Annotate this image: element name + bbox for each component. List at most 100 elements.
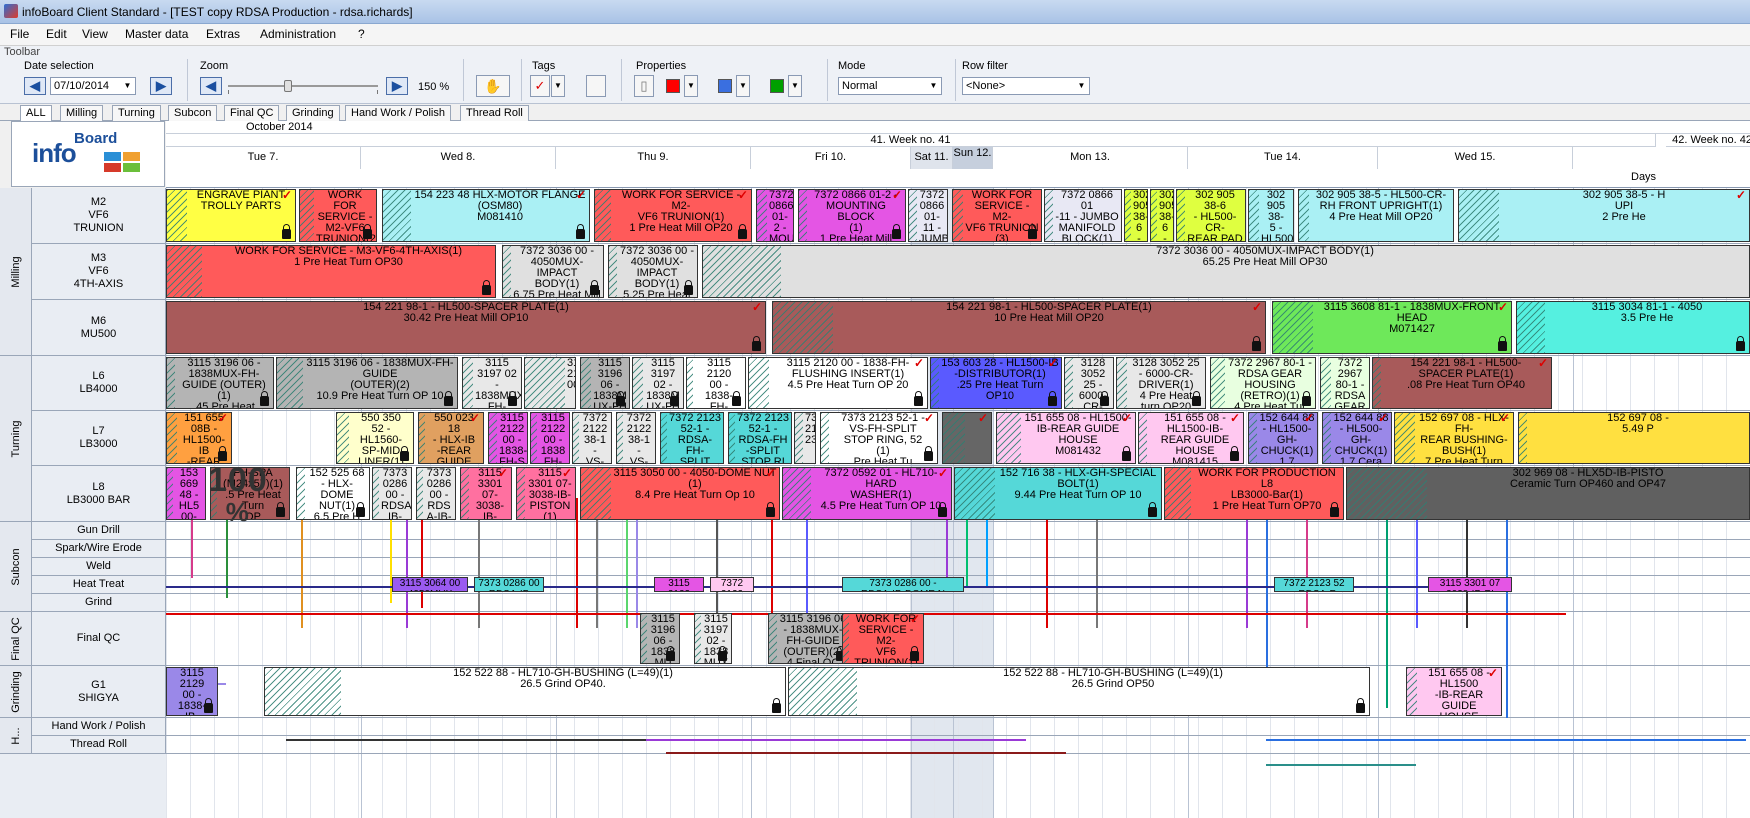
menu-extras[interactable]: Extras	[204, 27, 242, 41]
menu-edit[interactable]: Edit	[44, 27, 69, 41]
chevron-down-icon[interactable]: ▼	[788, 75, 802, 97]
job-bar[interactable]: 7373 2123 52-1 - VS-FH-SPLIT STOP RING, …	[820, 412, 938, 464]
job-bar[interactable]: 154 221 98-1 - HL500-SPACER PLATE(1) 10 …	[772, 301, 1266, 354]
green-color-swatch[interactable]	[770, 79, 784, 93]
job-bar[interactable]: 3115 3196 06 - 1838 MU	[640, 613, 680, 664]
row-filter-select[interactable]: <None> ▼	[962, 77, 1090, 95]
row-label-l7[interactable]: L7 LB3000	[32, 411, 166, 466]
job-bar[interactable]: 7372 0592 01 - HL710-HARD WASHER(1) 4.5 …	[782, 467, 952, 520]
job-bar[interactable]: 152 697 08 - 5.49 P	[1518, 412, 1750, 464]
job-bar[interactable]: 7372 0866 01 -11 - JUMBO MANIFOLD BLOCK(…	[1044, 189, 1122, 242]
job-bar[interactable]: WORK FOR SERVICE - M3-VF6-4TH-AXIS(1) 1 …	[166, 245, 496, 298]
row-label-m3[interactable]: M3 VF6 4TH-AXIS	[32, 244, 166, 300]
row-label-g1[interactable]: G1 SHIGYA	[32, 666, 166, 718]
job-bar[interactable]: 3128 3052 25 - 6000-CR- DRIVER (1)	[1064, 357, 1114, 409]
job-bar[interactable]: 73 21 23	[794, 412, 816, 464]
job-bar[interactable]: ✓	[942, 412, 992, 464]
row-label-final-qc[interactable]: Final QC	[32, 612, 166, 666]
job-bar[interactable]: 7373 0286 00 - RDS A-IB-	[416, 467, 456, 520]
menu-help[interactable]: ?	[356, 27, 367, 41]
tab-hand-work-polish[interactable]: Hand Work / Polish	[345, 105, 451, 121]
job-bar[interactable]: 152 644 88 - HL1500-GH- CHUCK(1) 1.7 Cer…	[1248, 412, 1318, 464]
job-bar[interactable]: 7372 3036 00 - 4050MUX- IMPACT BODY(1) 5…	[608, 245, 698, 298]
day-tue-7[interactable]: Tue 7.	[166, 147, 361, 169]
job-bar[interactable]: 302 905 38-6 - HL500-CR- REAR PAD (1) 2 …	[1176, 189, 1246, 242]
job-bar[interactable]: 3115 3064 00 4050MUX	[392, 577, 468, 592]
job-bar[interactable]: 152 522 88 - HL710-GH-BUSHING (L=49)(1) …	[264, 667, 786, 716]
job-bar[interactable]: 3115 3301 07- 3038-IB- PISTON (1)✓	[460, 467, 512, 520]
job-bar[interactable]: 3115 3196 06 - 1838M UX-FH	[580, 357, 630, 409]
date-picker[interactable]: 07/10/2014 ▼	[50, 77, 136, 95]
row-label-spark-wire-erode[interactable]: Spark/Wire Erode	[32, 540, 166, 558]
menu-file[interactable]: File	[8, 27, 31, 41]
job-bar[interactable]: 7372 3036 00 - 4050MUX-IMPACT BODY(1) 6.…	[502, 245, 604, 298]
job-bar[interactable]: 154 223 48 HLX-MOTOR FLANGE (OSM80) M081…	[382, 189, 590, 242]
blue-color-swatch[interactable]	[718, 79, 732, 93]
job-bar[interactable]: 3115 3197 02 - 1838M UX-FH	[632, 357, 684, 409]
job-bar[interactable]: 7372 2123 52-1 - RDSA-FH- SPLIT STOP RIN…	[660, 412, 724, 464]
zoom-out-button[interactable]: ◀	[200, 77, 222, 95]
job-bar[interactable]: 154 221 98-1 - HL500-SPACER PLATE(1) 30.…	[166, 301, 766, 354]
job-bar[interactable]: 7372 0866 01-11 - JUMBO MANI	[908, 189, 948, 242]
tag-blank-button[interactable]	[586, 75, 606, 97]
day-tue-14[interactable]: Tue 14.	[1188, 147, 1378, 169]
tab-subcon[interactable]: Subcon	[168, 105, 218, 121]
job-bar[interactable]: 7372 2122	[710, 577, 754, 592]
job-bar[interactable]: 3115 3301 07- 3038-IB- PISTON (1)✓	[516, 467, 576, 520]
job-bar[interactable]: 152 697 08 - HLX-FH- REAR BUSHING- BUSH(…	[1394, 412, 1514, 464]
tab-all[interactable]: ALL	[20, 105, 52, 121]
job-bar[interactable]: 154 221 98-1 - HL500- SPACER PLATE(1) .0…	[1372, 357, 1552, 409]
job-bar[interactable]: 7373 0286 00 - RDSA- IB-DO	[372, 467, 412, 520]
row-label-m2[interactable]: M2 VF6 TRUNION	[32, 188, 166, 244]
job-bar[interactable]: 7372 2967 80-1 - RDSA GEAR	[1320, 357, 1370, 409]
job-bar[interactable]: 153 669 48 - HL5 00-	[166, 467, 206, 520]
job-bar[interactable]: 3115 2122	[654, 577, 704, 592]
job-bar[interactable]: 3115 3196 06 - 1838MUX-FH- GUIDE (OUTER)…	[166, 357, 274, 409]
mode-select[interactable]: Normal ▼	[838, 77, 942, 95]
job-bar[interactable]: 3115 2120 00 - 1838- FH- FLUSHIN G INSER…	[686, 357, 746, 409]
job-bar[interactable]: 151 655 08 - HL1500- IB-REAR GUIDE HOUSE…	[996, 412, 1136, 464]
day-thu-9[interactable]: Thu 9.	[556, 147, 751, 169]
job-bar[interactable]: 7372 3036 00 - 4050MUX-IMPACT BODY(1) 65…	[702, 245, 1750, 298]
day-sat-11[interactable]: Sat 11.	[911, 147, 953, 169]
day-wed-15[interactable]: Wed 15.	[1378, 147, 1573, 169]
job-bar[interactable]: 7372 2122 38-1 - VS-FH STOP	[572, 412, 612, 464]
row-label-l8[interactable]: L8 LB3000 BAR	[32, 466, 166, 522]
menu-administration[interactable]: Administration	[258, 27, 338, 41]
chevron-down-icon[interactable]: ▼	[551, 75, 565, 97]
chevron-down-icon[interactable]: ▼	[736, 75, 750, 97]
job-bar[interactable]: WORK FOR SERVICE - M2- VF6 TRUNION (3) 1…	[952, 189, 1042, 242]
job-bar[interactable]: 7372 0866 01-2 - MOU NTI	[756, 189, 794, 242]
row-label-heat-treat[interactable]: Heat Treat	[32, 576, 166, 594]
job-bar[interactable]: 7372 2967 80-1 - RDSA GEAR HOUSING (RETR…	[1210, 357, 1316, 409]
job-bar[interactable]: 7373 0286 00 - RDSA-IB-DOME N	[842, 577, 964, 592]
job-bar[interactable]: WORK FOR SERVICE - M2-VF6 TRUNION(2) 1 P…	[299, 189, 377, 242]
job-bar[interactable]: 152 644 88 - HL500- GH- CHUCK(1) 1.7 Cer…	[1322, 412, 1392, 464]
prev-date-button[interactable]: ◀	[24, 77, 46, 95]
day-fri-10[interactable]: Fri 10.	[751, 147, 911, 169]
job-bar[interactable]: 151 655 08 - HL1500-IB- REAR GUIDE HOUSE…	[1138, 412, 1244, 464]
row-label-grind[interactable]: Grind	[32, 594, 166, 612]
job-bar[interactable]: 3115 2122 00 - 1838 FH-	[530, 412, 570, 464]
job-bar[interactable]: 152 525 68 - HLX- DOME NUT(1) 6.5 Pre H	[296, 467, 370, 520]
tab-final-qc[interactable]: Final QC	[224, 105, 280, 121]
job-bar[interactable]: 3115 2120 00	[524, 357, 576, 409]
zoom-slider-track[interactable]	[228, 85, 378, 87]
row-label-hand-work-polish[interactable]: Hand Work / Polish	[32, 718, 166, 736]
next-date-button[interactable]: ▶	[150, 77, 172, 95]
chevron-down-icon[interactable]: ▼	[684, 75, 698, 97]
job-bar[interactable]: 153 603 28 - HL1500-IB -DISTRIBUTOR(1) .…	[930, 357, 1062, 409]
job-bar[interactable]: WORK FOR SERVICE - M2- VF6 TRUNION(1) 1 …	[842, 613, 924, 664]
job-bar[interactable]: 151 655 08B - HL1500-IB -REAR GUIDE✓	[166, 412, 232, 464]
job-bar[interactable]: 3115 3196 06 - 1838MUX-FH-GUIDE (OUTER)(…	[276, 357, 458, 409]
tab-thread-roll[interactable]: Thread Roll	[460, 105, 529, 121]
job-bar[interactable]: 3115 3196 06 - 1838MUX- FH-GUIDE (OUTER)…	[768, 613, 850, 664]
job-bar[interactable]: 302 905 38-5 - HL500-CR- RH FRONT UPRIGH…	[1298, 189, 1454, 242]
job-bar[interactable]: 3115 2122 00 - 1838- FH-S	[488, 412, 528, 464]
job-bar[interactable]: 302 905 38-5 - H UPI 2 Pre He ✓	[1458, 189, 1750, 242]
tab-milling[interactable]: Milling	[60, 105, 104, 121]
menu-view[interactable]: View	[80, 27, 110, 41]
row-label-weld[interactable]: Weld	[32, 558, 166, 576]
zoom-in-button[interactable]: ▶	[386, 77, 408, 95]
job-bar[interactable]: 3115 3197 02 - 1838MUX- FH-GUIDE (INNER)…	[462, 357, 522, 409]
